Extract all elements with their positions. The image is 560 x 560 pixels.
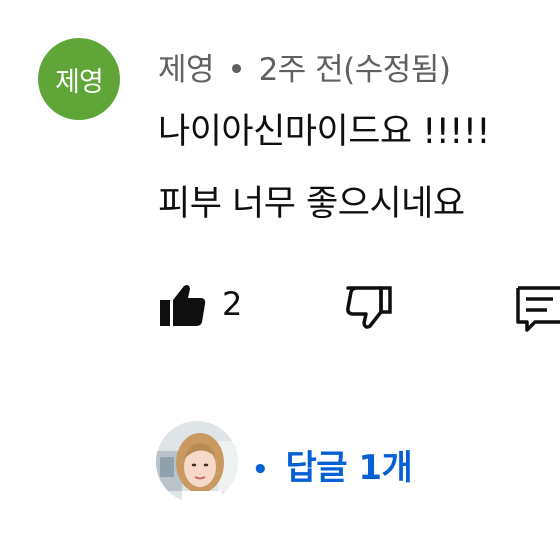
like-count: 2 <box>222 285 243 323</box>
comment-header: 제영 • 2주 전(수정됨) <box>158 44 451 89</box>
comment-timestamp: 2주 전(수정됨) <box>258 52 451 88</box>
reply-button[interactable] <box>513 282 560 332</box>
author-name[interactable]: 제영 <box>158 52 215 88</box>
thumbs-down-outline-icon <box>346 286 392 329</box>
view-replies-link[interactable]: • 답글 1개 <box>252 440 413 489</box>
replies-count-label: 답글 1개 <box>285 448 413 488</box>
dislike-button[interactable] <box>343 282 395 332</box>
profile-photo-icon <box>156 421 238 503</box>
reply-author-avatar[interactable] <box>156 421 238 503</box>
comment-text-line-2: 피부 너무 좋으시네요 <box>158 184 465 224</box>
commenter-avatar[interactable]: 제영 <box>38 38 120 120</box>
replies-bullet: • <box>252 454 269 485</box>
avatar-initials: 제영 <box>55 66 104 98</box>
comment-text-line-1: 나이아신마이드요 !!!!! <box>158 112 490 152</box>
like-button[interactable] <box>158 280 208 330</box>
reply-comment-icon <box>516 286 560 332</box>
thumbs-up-filled-icon <box>160 285 206 326</box>
meta-separator: • <box>227 52 246 88</box>
